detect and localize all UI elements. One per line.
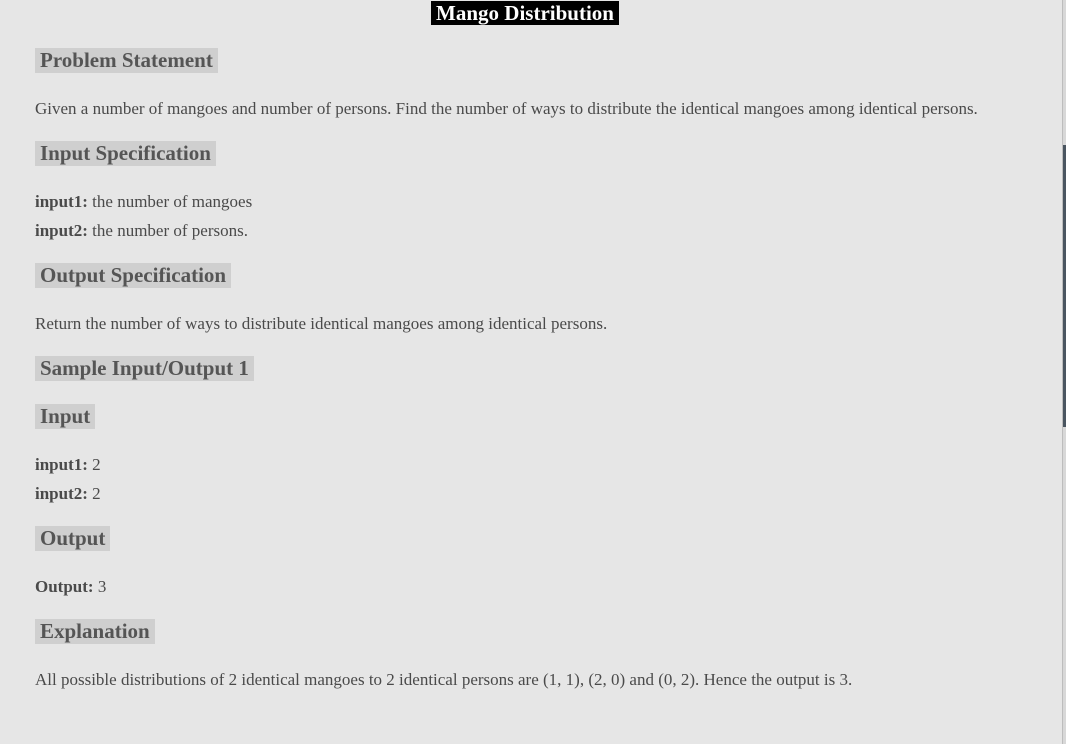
heading-input-specification: Input Specification <box>35 141 216 166</box>
input-spec-line-2: input2: the number of persons. <box>35 216 1035 245</box>
sample-output-line: Output: 3 <box>35 572 1035 601</box>
sample-input-line-2: input2: 2 <box>35 479 1035 508</box>
sample-input-key-1: input1: <box>35 455 88 474</box>
heading-problem-statement: Problem Statement <box>35 48 218 73</box>
explanation-text: All possible distributions of 2 identica… <box>35 670 853 689</box>
heading-sample-input-output: Sample Input/Output 1 <box>35 356 254 381</box>
sample-input-line-1: input1: 2 <box>35 450 1035 479</box>
problem-content: Problem Statement Given a number of mang… <box>35 48 1035 694</box>
page-title: Mango Distribution <box>431 1 619 25</box>
input-spec-key-2: input2: <box>35 221 88 240</box>
input-spec-key-1: input1: <box>35 192 88 211</box>
heading-output: Output <box>35 526 111 551</box>
input-spec-value-2: the number of persons. <box>87 221 248 240</box>
input-spec-line-1: input1: the number of mangoes <box>35 187 1035 216</box>
output-spec-text: Return the number of ways to distribute … <box>35 314 608 333</box>
input-spec-value-1: the number of mangoes <box>87 192 253 211</box>
sample-input-value-2: 2 <box>87 484 101 503</box>
sample-output-key: Output: <box>35 577 94 596</box>
sample-input-key-2: input2: <box>35 484 88 503</box>
heading-input: Input <box>35 404 96 429</box>
title-bar: Mango Distribution <box>0 1 1050 25</box>
heading-output-specification: Output Specification <box>35 263 232 288</box>
sample-output-value: 3 <box>93 577 107 596</box>
vertical-scrollbar[interactable] <box>1062 0 1066 744</box>
heading-explanation: Explanation <box>35 619 155 644</box>
sample-input-value-1: 2 <box>87 455 101 474</box>
problem-text: Given a number of mangoes and number of … <box>35 99 978 118</box>
